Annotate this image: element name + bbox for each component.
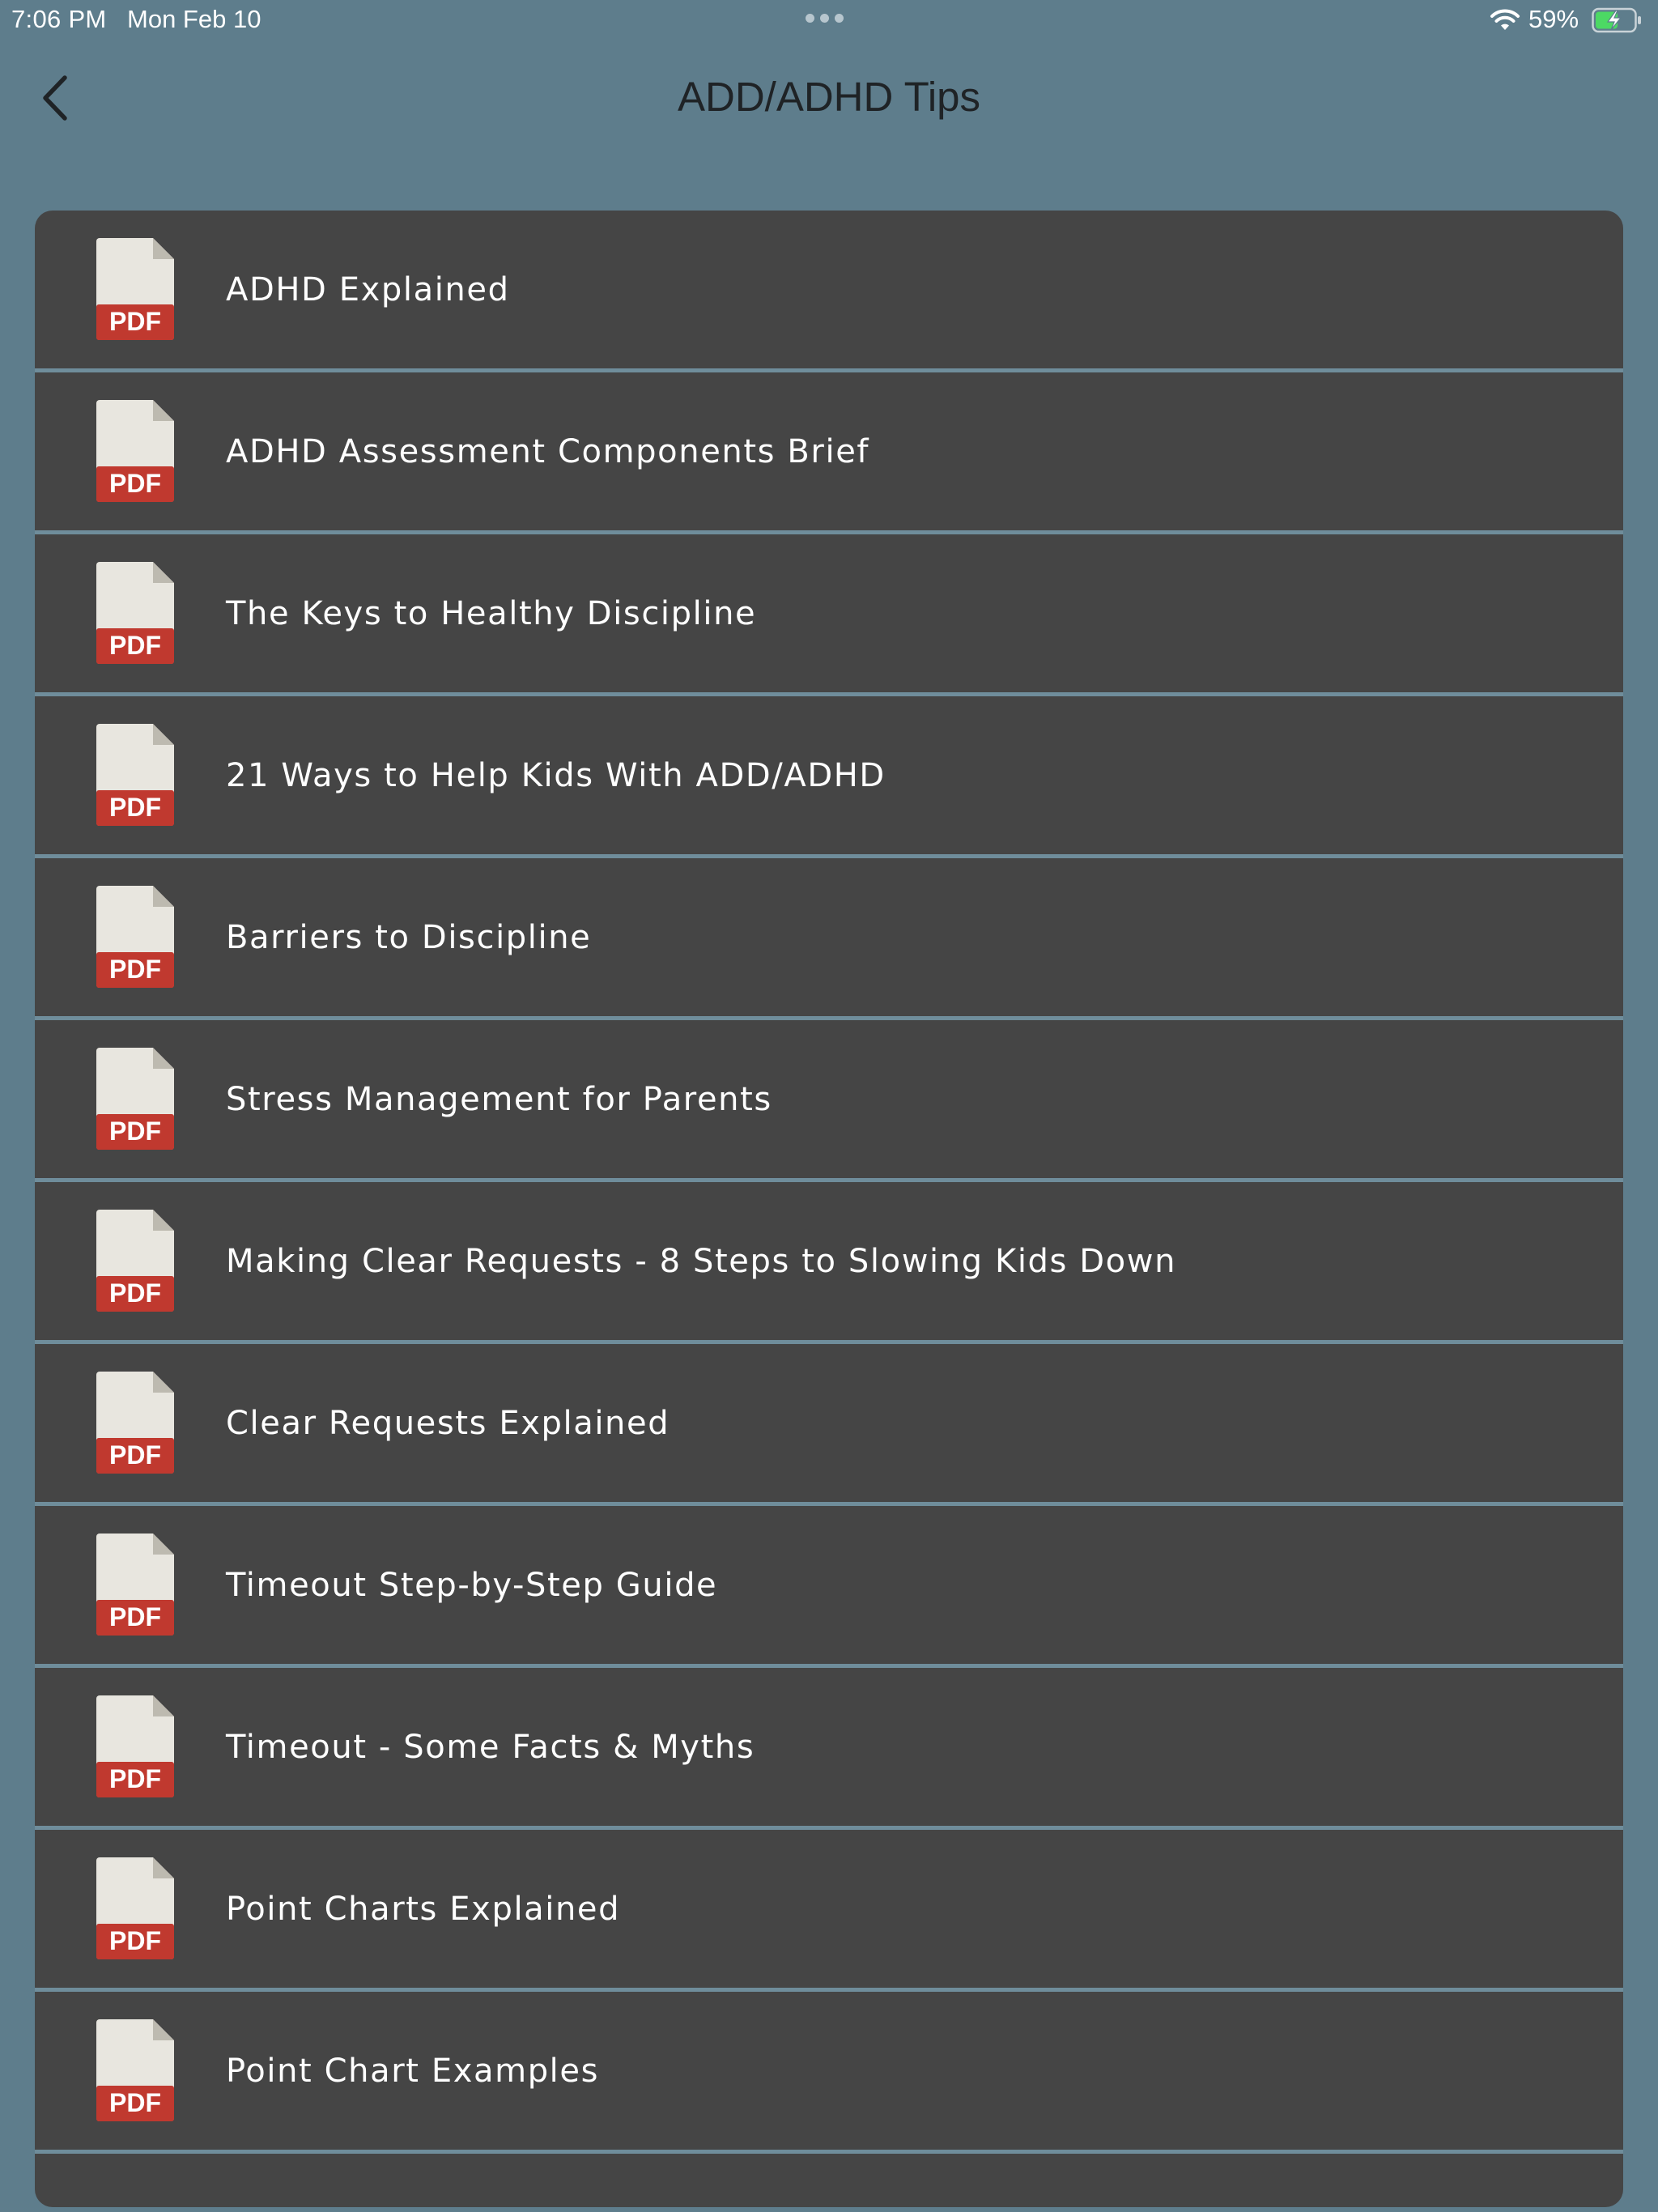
- list-item[interactable]: PDF 21 Ways to Help Kids With ADD/ADHD: [35, 696, 1623, 858]
- list-item[interactable]: PDF Timeout Step-by-Step Guide: [35, 1506, 1623, 1668]
- pdf-badge-label: PDF: [109, 793, 161, 822]
- list-item[interactable]: PDF Making Clear Requests - 8 Steps to S…: [35, 1182, 1623, 1344]
- list-item[interactable]: PDF Timeout - Some Facts & Myths: [35, 1668, 1623, 1830]
- list-item[interactable]: PDF ADHD Assessment Components Brief: [35, 372, 1623, 534]
- battery-percentage: 59%: [1528, 5, 1579, 33]
- pdf-file-icon: PDF: [96, 886, 174, 988]
- document-list: PDF ADHD Explained PDF ADHD Assessment C…: [35, 211, 1623, 2207]
- list-item-label: Clear Requests Explained: [226, 1404, 670, 1442]
- pdf-badge-label: PDF: [109, 1117, 161, 1146]
- list-item-label: ADHD Assessment Components Brief: [226, 432, 870, 470]
- list-item-label: Making Clear Requests - 8 Steps to Slowi…: [226, 1242, 1177, 1280]
- pdf-badge-label: PDF: [109, 469, 161, 498]
- list-item-label: The Keys to Healthy Discipline: [226, 594, 757, 632]
- pdf-file-icon: PDF: [96, 1534, 174, 1636]
- list-item[interactable]: PDF Barriers to Discipline: [35, 858, 1623, 1020]
- list-item-label: Barriers to Discipline: [226, 918, 592, 956]
- list-item-label: Point Charts Explained: [226, 1890, 621, 1928]
- list-item-label: ADHD Explained: [226, 270, 510, 308]
- list-item[interactable]: PDF Point Charts Explained: [35, 1830, 1623, 1992]
- pdf-file-icon: PDF: [96, 1048, 174, 1150]
- pdf-badge-label: PDF: [109, 1278, 161, 1308]
- pdf-file-icon: PDF: [96, 400, 174, 502]
- pdf-badge-label: PDF: [109, 1602, 161, 1631]
- list-item-label: Timeout Step-by-Step Guide: [226, 1566, 718, 1604]
- list-item-label: Timeout - Some Facts & Myths: [226, 1728, 755, 1766]
- pdf-file-icon: PDF: [96, 1857, 174, 1959]
- pdf-file-icon: PDF: [96, 2019, 174, 2121]
- pdf-file-icon: PDF: [96, 1210, 174, 1312]
- status-bar: 7:06 PM Mon Feb 10 59%: [0, 0, 1658, 40]
- status-time: 7:06 PM: [11, 5, 107, 33]
- list-item[interactable]: PDF ADHD Explained: [35, 211, 1623, 372]
- pdf-file-icon: PDF: [96, 1372, 174, 1474]
- wifi-icon: [1490, 9, 1520, 30]
- page-title: ADD/ADHD Tips: [677, 74, 981, 120]
- pdf-badge-label: PDF: [109, 1926, 161, 1955]
- list-item-label: Point Chart Examples: [226, 2052, 600, 2090]
- battery-charging-icon: [1592, 7, 1641, 33]
- list-item-label: 21 Ways to Help Kids With ADD/ADHD: [226, 756, 886, 794]
- pdf-badge-label: PDF: [109, 307, 161, 336]
- multitasking-dots-icon[interactable]: [806, 14, 844, 23]
- pdf-badge-label: PDF: [109, 1764, 161, 1793]
- pdf-file-icon: PDF: [96, 1695, 174, 1797]
- list-item[interactable]: PDF Clear Requests Explained: [35, 1344, 1623, 1506]
- pdf-file-icon: PDF: [96, 724, 174, 826]
- list-item[interactable]: PDF Stress Management for Parents: [35, 1020, 1623, 1182]
- status-date: Mon Feb 10: [127, 5, 261, 33]
- pdf-badge-label: PDF: [109, 2088, 161, 2117]
- pdf-badge-label: PDF: [109, 955, 161, 984]
- list-item-label: Stress Management for Parents: [226, 1080, 772, 1118]
- list-item[interactable]: PDF Point Chart Examples: [35, 1992, 1623, 2154]
- pdf-badge-label: PDF: [109, 1440, 161, 1470]
- pdf-file-icon: PDF: [96, 238, 174, 340]
- pdf-badge-label: PDF: [109, 631, 161, 660]
- list-item[interactable]: PDF The Keys to Healthy Discipline: [35, 534, 1623, 696]
- pdf-file-icon: PDF: [96, 562, 174, 664]
